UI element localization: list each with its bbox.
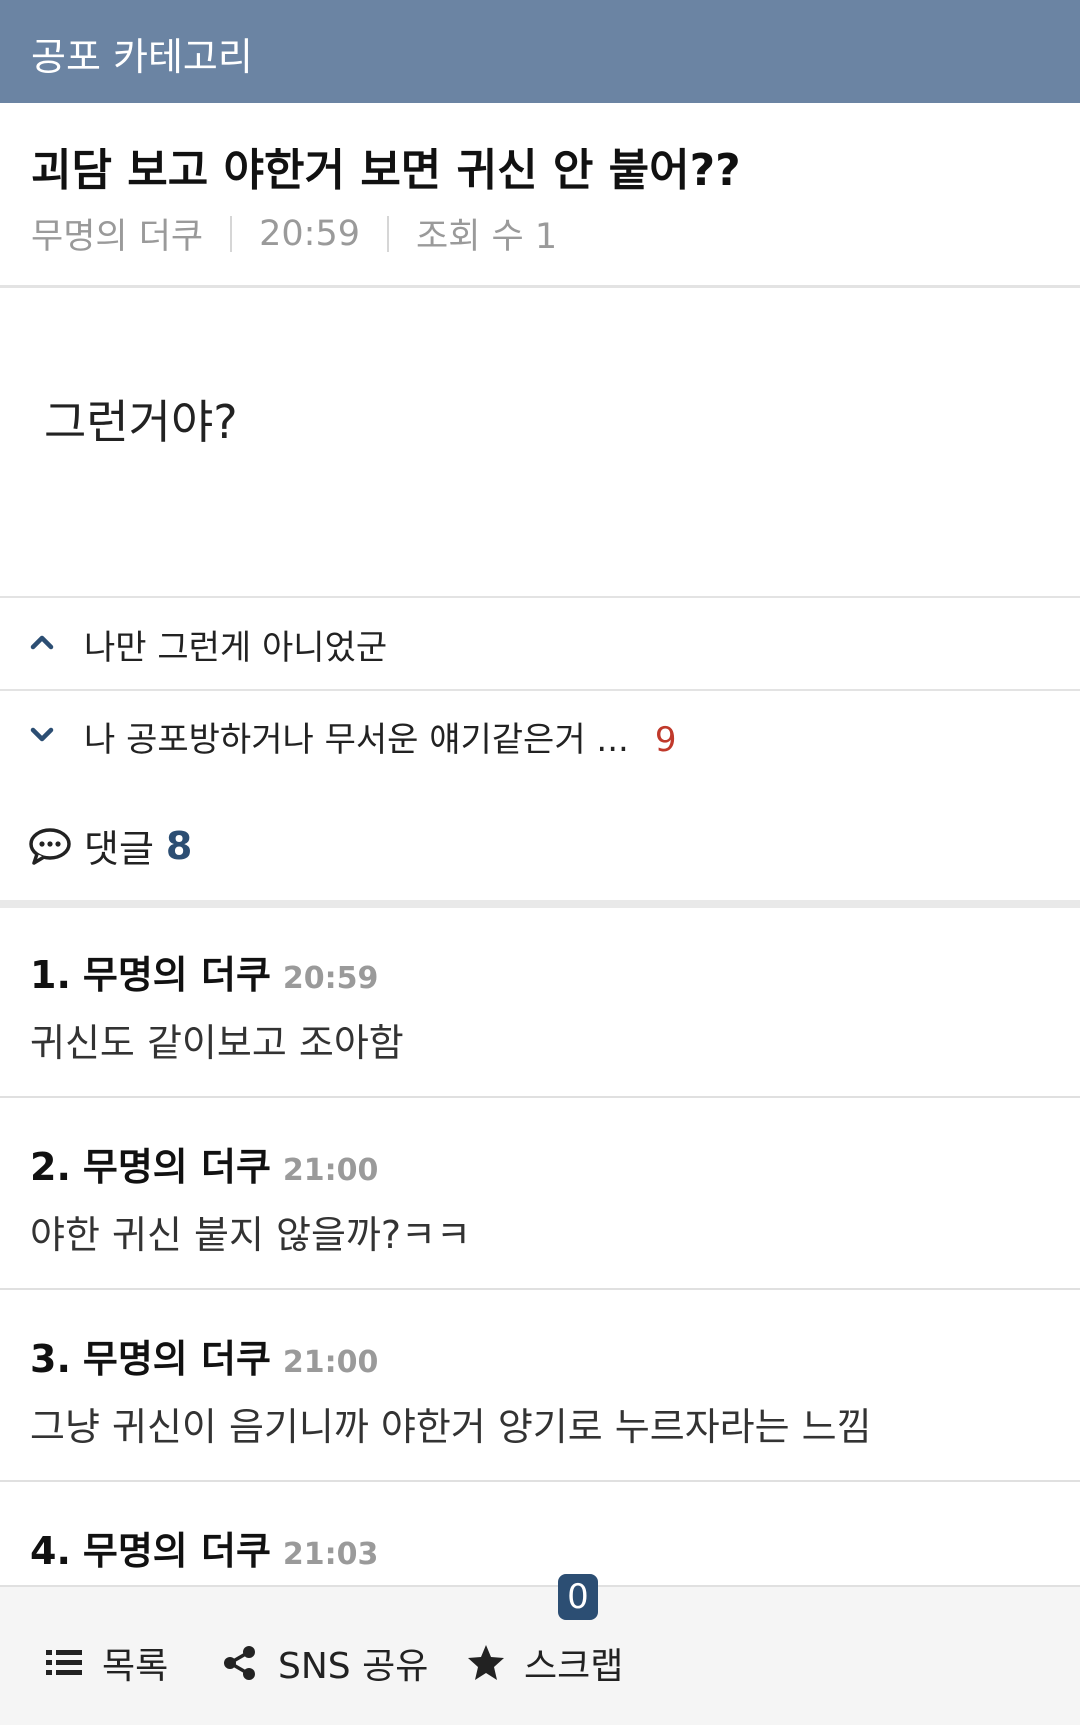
category-label[interactable]: 공포 카테고리 [31,26,253,81]
category-bar[interactable]: 공포 카테고리 [0,0,1080,103]
comment-text: 그냥 귀신이 음기니까 야한거 양기로 누르자라는 느낌 [30,1405,872,1449]
scrap-label: 스크랩 [524,1646,624,1687]
comment-number: 1. [30,953,71,997]
comment-time: 21:00 [282,1153,379,1188]
comment-head: 3. 무명의 더쿠 21:00 [30,1328,378,1383]
list-icon [46,1650,82,1675]
comment-author: 무명의 더쿠 [82,1337,271,1381]
bottom-toolbar: 목록 SNS 공유 스크랩 [0,1585,1080,1725]
comment-time: 21:00 [282,1345,379,1380]
next-post-title-wrap: 나 공포방하거나 무서운 얘기같은거 ... 9 [84,712,677,761]
share-button[interactable]: SNS 공유 [220,1637,428,1689]
comments-count: 8 [165,823,193,868]
prev-post-title: 나만 그런게 아니었군 [84,628,388,668]
comment-item: 1. 무명의 더쿠 20:59 귀신도 같이보고 조아함 [0,906,1080,1098]
meta-separator [387,215,390,252]
comments-header: 댓글 8 [28,818,192,873]
scrap-count-badge: 0 [558,1574,598,1620]
next-post-comment-count: 9 [654,720,677,760]
meta-separator [230,215,233,252]
comment-number: 3. [30,1337,71,1381]
comment-head: 2. 무명의 더쿠 21:00 [30,1136,378,1191]
prev-post-link[interactable]: 나만 그런게 아니었군 [0,598,1080,690]
comments-label: 댓글 [84,827,154,871]
comment-head: 4. 무명의 더쿠 21:03 [30,1520,378,1575]
comment-time: 20:59 [282,961,379,996]
comment-text: 귀신도 같이보고 조아함 [30,1021,404,1065]
post-meta: 무명의 더쿠 20:59 조회 수 1 [31,208,557,259]
post-author: 무명의 더쿠 [31,217,204,257]
comment-author: 무명의 더쿠 [82,1145,271,1189]
comment-head: 1. 무명의 더쿠 20:59 [30,944,378,999]
comment-number: 2. [30,1145,71,1189]
comment-author: 무명의 더쿠 [82,1529,271,1573]
comment-bubble-icon [29,827,71,865]
list-button[interactable]: 목록 [44,1637,168,1689]
share-label: SNS 공유 [278,1646,429,1687]
comment-text: 야한 귀신 붙지 않을까?ㅋㅋ [30,1213,471,1257]
share-icon [224,1646,255,1680]
post-title: 괴담 보고 야한거 보면 귀신 안 붙어?? [31,145,741,196]
next-post-link[interactable]: 나 공포방하거나 무서운 얘기같은거 ... 9 [0,690,1080,782]
comment-time: 21:03 [282,1537,379,1572]
comment-number: 4. [30,1529,71,1573]
post-time: 20:59 [259,213,361,254]
chevron-down-icon [30,727,54,742]
scrap-button[interactable]: 스크랩 [466,1637,623,1689]
post-body: 그런거야? [44,395,238,449]
next-post-title: 나 공포방하거나 무서운 얘기같은거 ... [84,720,629,760]
post-views: 조회 수 1 [416,217,558,257]
comment-item: 2. 무명의 더쿠 21:00 야한 귀신 붙지 않을까?ㅋㅋ [0,1098,1080,1290]
star-icon [468,1645,504,1680]
header-divider [0,285,1080,288]
list-label: 목록 [102,1646,169,1687]
comment-author: 무명의 더쿠 [82,953,271,997]
comment-item: 3. 무명의 더쿠 21:00 그냥 귀신이 음기니까 야한거 양기로 누르자라… [0,1290,1080,1482]
chevron-up-icon [30,635,54,650]
